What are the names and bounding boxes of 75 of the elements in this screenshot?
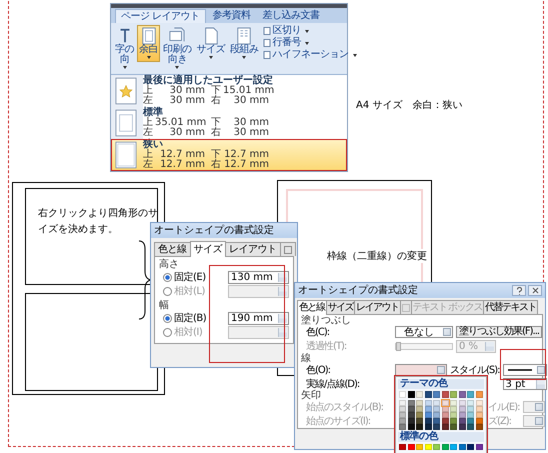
option-title: 標準 [143, 108, 163, 118]
margin-value: 12.7 mm [159, 150, 206, 160]
margin-option[interactable]: 標準 上 35.01 mm 下 30 mm 左 30 mm 右 30 mm [111, 107, 347, 139]
number-field[interactable]: 190 mm [228, 312, 289, 325]
field-label: ズ(Z): [488, 416, 512, 426]
ribbon-button[interactable]: 区切り [262, 25, 360, 37]
margin-value: 12.7 mm [223, 160, 270, 170]
dialog-tab[interactable]: サイズ [190, 241, 226, 257]
dialog-tab[interactable]: 色と線 [154, 242, 190, 256]
section-heading: 矢印 [301, 390, 321, 401]
margin-label: 上 [143, 86, 154, 96]
margin-label: 右 [211, 160, 222, 170]
margin-value: 12.7 mm [223, 150, 270, 160]
margin-value: 35.01 mm [155, 118, 208, 128]
margin-label: 右 [211, 128, 222, 138]
ribbon-button[interactable]: 印刷の 向き [161, 25, 194, 72]
field-label: 始点のサイズ(I): [306, 416, 372, 426]
section-heading: 塗りつぶし [301, 315, 351, 326]
field-label: イル(E): [488, 402, 520, 412]
group-heading: 幅 [159, 300, 170, 311]
margin-value: 30 mm [232, 96, 270, 106]
number-field[interactable]: 130 mm [228, 271, 289, 284]
margin-value: 15.01 mm [223, 86, 275, 96]
margin-label: 右 [211, 96, 222, 106]
dialog-tab[interactable]: 色と線 [297, 300, 326, 315]
margin-label: 左 [143, 160, 154, 170]
ribbon-button[interactable]: サイズ [194, 25, 227, 62]
window-title: オートシェイプの書式設定 [298, 285, 418, 296]
field-label: 実線/点線(D): [306, 378, 360, 390]
margin-option[interactable]: 最後に適用したユーザー設定 上 30 mm 下 15.01 mm 左 30 mm 右 30 mm [111, 75, 347, 107]
field-label: 透過性(T): [306, 341, 346, 352]
option-title: 最後に適用したユーザー設定 [143, 76, 274, 86]
color-dropdown[interactable]: 色なし [395, 326, 453, 338]
ribbon-button[interactable]: 余白 [137, 25, 160, 62]
field-label: 色(C): [306, 326, 330, 338]
margin-value: 30 mm [232, 128, 270, 138]
field-label: スタイル(S): [450, 364, 500, 376]
option-label: 固定(E) [174, 272, 207, 283]
margin-label: 上 [143, 150, 154, 160]
dialog-tab[interactable]: サイズ [326, 300, 355, 314]
dialog-tab[interactable]: 代替テキスト [483, 300, 538, 314]
caption: A4 サイズ 余白：狭い [356, 98, 462, 112]
dialog-tab[interactable]: レイアウト [225, 242, 280, 256]
option-title: 狭い [143, 140, 163, 150]
ribbon-button[interactable]: 段組み [228, 25, 260, 62]
field-label: 始点のスタイル(B): [306, 402, 384, 412]
margin-label: 下 [211, 86, 222, 96]
group-heading: 高さ [159, 259, 180, 270]
ribbon-button[interactable]: 字の 向 [113, 25, 136, 72]
caption: 枠線（二重線）の変更 [327, 249, 427, 263]
margin-option[interactable]: 狭い 上 12.7 mm 下 12.7 mm 左 12.7 mm 右 12.7 mm [111, 139, 347, 171]
palette-heading: テーマの色 [398, 379, 484, 389]
margin-value: 12.7 mm [159, 160, 206, 170]
margin-label: 下 [211, 118, 222, 128]
margin-value: 30 mm [168, 86, 206, 96]
field-label: 色(O): [306, 364, 332, 376]
margin-label: 上 [143, 118, 154, 128]
ribbon-tab[interactable]: ページ レイアウト [115, 9, 206, 23]
option-label: 固定(B) [174, 313, 208, 324]
margin-label: 左 [143, 96, 154, 106]
margin-label: 左 [143, 128, 154, 138]
option-label: 相対(L) [174, 286, 206, 297]
margin-value: 30 mm [168, 128, 206, 138]
option-label: 相対(I) [174, 327, 204, 338]
margin-label: 下 [211, 150, 222, 160]
margin-value: 30 mm [232, 118, 270, 128]
ribbon-button[interactable]: 行番号 [262, 37, 360, 49]
ribbon-button[interactable]: ハイフネーション [262, 49, 360, 61]
fill-effects-button[interactable]: 塗りつぶし効果(F)... [456, 326, 542, 338]
palette-heading: 標準の色 [398, 432, 484, 442]
ribbon-tab[interactable]: 参考資料 [208, 9, 256, 23]
margin-value: 30 mm [168, 96, 206, 106]
dialog-tab[interactable]: レイアウト [354, 300, 400, 314]
section-heading: 線 [301, 353, 311, 364]
ribbon-tab[interactable]: 差し込み文書 [258, 9, 325, 23]
